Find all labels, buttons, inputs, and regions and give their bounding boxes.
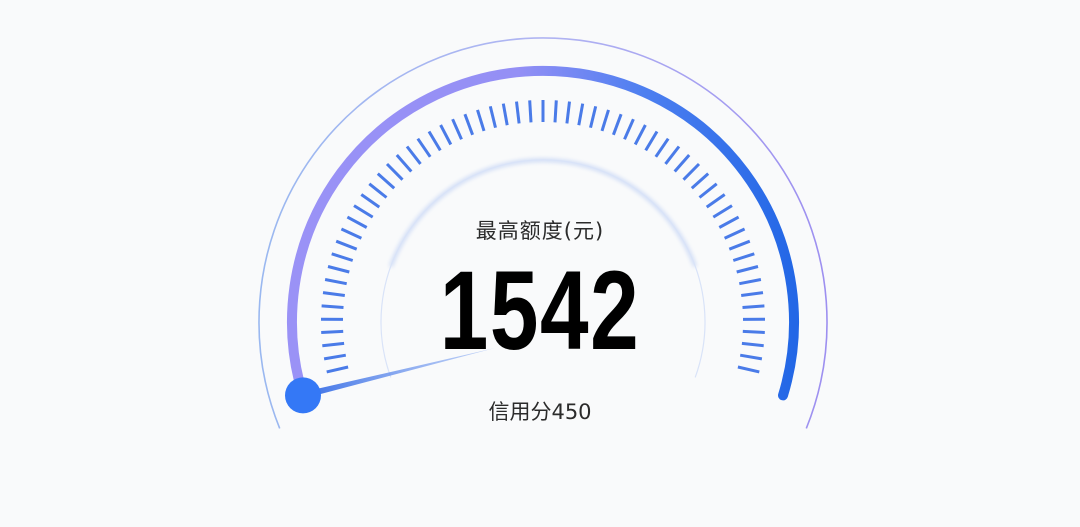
gauge-tick [705, 193, 726, 209]
gauge-tick [501, 103, 509, 126]
gauge-tick [664, 145, 681, 165]
credit-score-label: 信用分 [488, 400, 552, 424]
gauge-tick [553, 100, 558, 123]
gauge-tick [633, 124, 647, 146]
gauge-tick [611, 113, 623, 136]
gauge-tick [682, 162, 701, 181]
gauge-tick [690, 172, 710, 190]
gauge-tick [451, 118, 463, 140]
gauge-tick [405, 145, 422, 165]
credit-amount: 1542 [439, 248, 641, 373]
gauge-tick [368, 182, 388, 199]
gauge-tick [623, 118, 635, 140]
gauge-tick [463, 113, 475, 136]
gauge-title: 最高额度(元) [475, 219, 605, 243]
gauge-tick [528, 100, 533, 123]
gauge-tick [439, 124, 453, 146]
gauge-tick [385, 162, 404, 181]
gauge-tick [360, 193, 381, 209]
gauge-tick [565, 101, 571, 124]
gauge-tick [416, 137, 432, 158]
gauge-tick [395, 154, 413, 173]
gauge-tick [654, 137, 670, 158]
gauge-tick [600, 109, 610, 132]
gauge-tick [376, 172, 396, 190]
credit-gauge-widget: 最高额度(元) 1542 信用分450 [0, 0, 1080, 527]
gauge-tick [673, 154, 691, 173]
gauge-tick [427, 130, 442, 152]
gauge-tick [644, 130, 659, 152]
credit-score-value: 450 [551, 400, 592, 424]
gauge-tick [577, 103, 585, 126]
gauge-tick [476, 109, 486, 132]
gauge-tick [698, 182, 718, 199]
gauge-tick [589, 105, 598, 129]
credit-score: 信用分450 [0, 396, 1080, 426]
gauge-tick [488, 105, 497, 129]
gauge-tick [515, 101, 521, 124]
